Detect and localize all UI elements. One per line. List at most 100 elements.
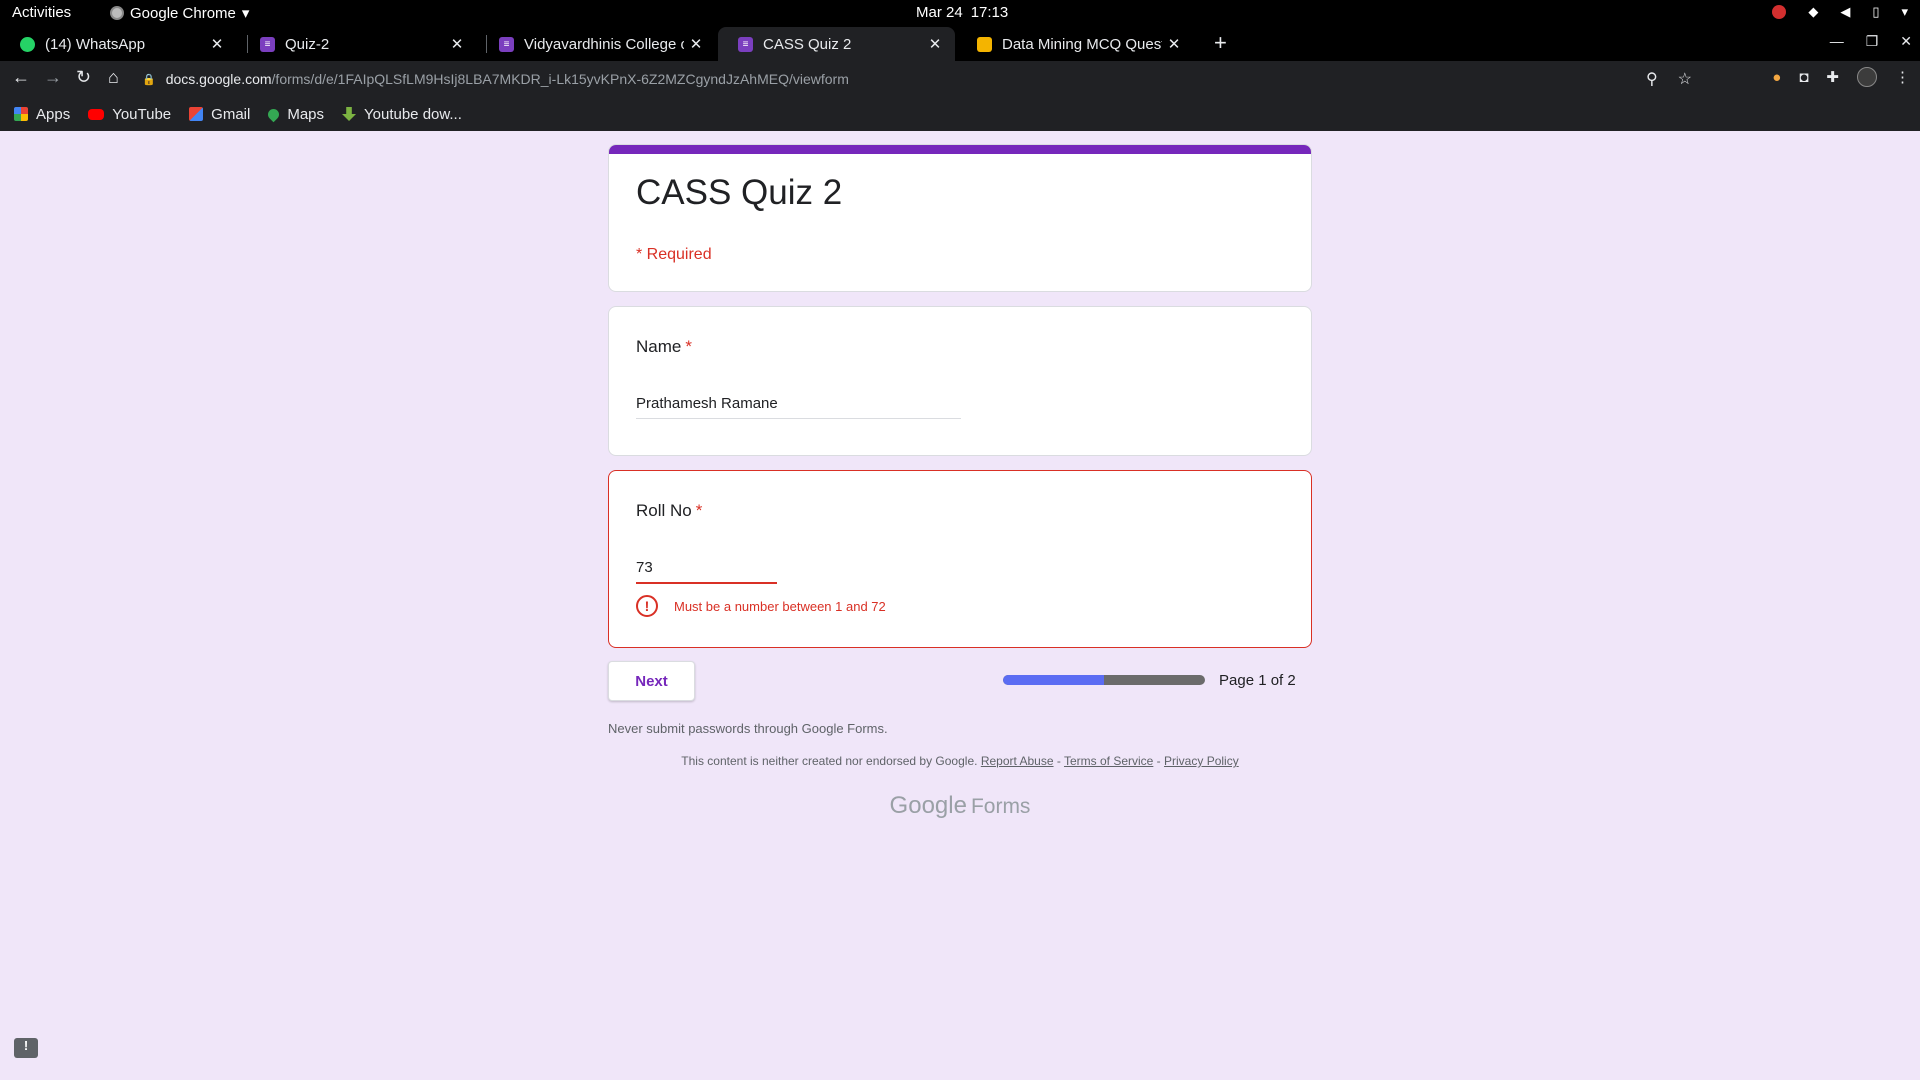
activities-button[interactable]: Activities [12, 4, 71, 21]
kebab-menu-icon[interactable]: ⋮ [1895, 68, 1910, 86]
bookmark-label: YouTube [112, 105, 172, 123]
tab-cass-quiz-2[interactable]: ≡ CASS Quiz 2 ✕ [718, 27, 955, 61]
close-icon[interactable]: ✕ [1162, 35, 1186, 53]
form-accent-bar [609, 145, 1311, 154]
wifi-icon: ◆ [1808, 4, 1819, 19]
profile-avatar[interactable] [1857, 67, 1877, 87]
form-header-card: CASS Quiz 2 * Required [608, 144, 1312, 292]
app-name: Google Chrome [130, 4, 236, 22]
clock-date: Mar 24 [916, 4, 963, 21]
chevron-down-icon: ▾ [1901, 4, 1908, 19]
clock-time: 17:13 [970, 4, 1009, 21]
tab-title: Vidyavardhinis College of [524, 35, 684, 53]
tab-title: Data Mining MCQ Questio [1002, 35, 1162, 53]
download-icon [342, 107, 357, 121]
question-card-roll-no: Roll No* ! Must be a number between 1 an… [608, 470, 1312, 648]
google-forms-icon: ≡ [260, 36, 275, 52]
url-path: /forms/d/e/1FAIpQLSfLM9HsIj8LBA7MKDR_i-L… [271, 71, 849, 87]
page-indicator: Page 1 of 2 [1219, 672, 1296, 689]
tab-title: CASS Quiz 2 [763, 35, 852, 53]
required-asterisk: * [695, 501, 703, 520]
reload-icon[interactable]: ↻ [76, 67, 91, 88]
close-icon[interactable]: ✕ [205, 35, 229, 53]
bookmark-youtube[interactable]: YouTube [88, 106, 171, 123]
form-title: CASS Quiz 2 [636, 173, 843, 212]
tab-vidyavardhinis[interactable]: ≡ Vidyavardhinis College of ✕ [479, 27, 716, 61]
bookmark-label: Youtube dow... [364, 105, 462, 123]
restore-icon[interactable]: ❐ [1866, 33, 1879, 50]
tab-title: Quiz-2 [285, 35, 330, 53]
question-title: Name [636, 337, 682, 356]
close-icon[interactable]: ✕ [445, 35, 469, 53]
question-title: Roll No [636, 501, 692, 520]
feedback-icon[interactable]: ! [14, 1038, 38, 1058]
bookmarks-bar: Apps YouTube Gmail Maps Youtube dow... [0, 97, 1920, 131]
maps-icon [266, 106, 282, 122]
google-forms-icon: ≡ [738, 36, 753, 52]
volume-icon: ◀ [1840, 4, 1851, 19]
terms-link[interactable]: Terms of Service [1064, 754, 1153, 768]
new-tab-button[interactable]: + [1214, 30, 1227, 56]
apps-grid-icon [14, 107, 28, 121]
bookmark-apps[interactable]: Apps [14, 106, 70, 123]
star-icon[interactable]: ☆ [1678, 69, 1692, 89]
youtube-icon [88, 108, 105, 120]
chrome-icon [110, 6, 124, 20]
logo-forms: Forms [970, 795, 1031, 818]
tab-quiz-2[interactable]: ≡ Quiz-2 ✕ [240, 27, 477, 61]
whatsapp-icon [20, 36, 35, 52]
google-forms-logo[interactable]: Google Forms [608, 792, 1312, 820]
bookmark-gmail[interactable]: Gmail [189, 106, 250, 123]
chevron-down-icon: ▾ [241, 5, 250, 22]
tab-whatsapp[interactable]: (14) WhatsApp ✕ [0, 27, 237, 61]
extension-icon[interactable]: ● [1772, 69, 1781, 86]
omnibox-actions: ⚲ ☆ [1646, 69, 1692, 89]
required-asterisk: * [685, 337, 692, 356]
report-abuse-link[interactable]: Report Abuse [981, 754, 1054, 768]
battery-icon: ▯ [1872, 4, 1880, 19]
system-top-bar: Activities Google Chrome ▾ Mar 24 17:13 ◆… [0, 0, 1920, 27]
privacy-link[interactable]: Privacy Policy [1164, 754, 1239, 768]
zoom-icon[interactable]: ⚲ [1646, 69, 1658, 89]
system-tray[interactable]: ◆ ◀ ▯ ▾ [1772, 4, 1908, 20]
question-label: Name * [636, 337, 692, 357]
close-icon[interactable]: ✕ [923, 35, 947, 53]
tab-strip: (14) WhatsApp ✕ ≡ Quiz-2 ✕ ≡ Vidyavardhi… [0, 27, 1920, 61]
back-arrow-icon[interactable]: ← [12, 67, 30, 88]
recording-icon [1772, 5, 1787, 19]
question-card-name: Name * [608, 306, 1312, 456]
question-label: Roll No * [636, 501, 702, 521]
error-message: Must be a number between 1 and 72 [674, 598, 886, 614]
url-domain: docs.google.com [165, 71, 272, 87]
close-icon[interactable]: ✕ [684, 35, 708, 53]
required-note: * Required [636, 246, 712, 263]
logo-google: Google [889, 792, 967, 819]
browser-toolbar: ← → ↻ ⌂ 🔒 docs.google.com/forms/d/e/1FAI… [0, 61, 1920, 97]
bookmark-maps[interactable]: Maps [266, 105, 325, 123]
address-bar[interactable]: 🔒 docs.google.com/forms/d/e/1FAIpQLSfLM9… [142, 65, 1700, 93]
clock[interactable]: Mar 24 17:13 [916, 4, 1008, 21]
name-input[interactable] [636, 395, 961, 419]
footer-text: This content is neither created nor endo… [681, 754, 978, 768]
roll-no-input[interactable] [636, 559, 777, 584]
camera-icon[interactable]: ◘ [1799, 69, 1808, 86]
next-button[interactable]: Next [608, 661, 695, 701]
google-forms-icon: ≡ [499, 36, 514, 52]
password-warning: Never submit passwords through Google Fo… [608, 721, 888, 736]
app-menu[interactable]: Google Chrome ▾ [110, 4, 249, 22]
gmail-icon [189, 107, 204, 121]
minimize-icon[interactable]: — [1830, 33, 1844, 50]
bookmark-label: Maps [287, 105, 325, 123]
bookmark-youtube-downloader[interactable]: Youtube dow... [342, 106, 462, 123]
home-icon[interactable]: ⌂ [108, 67, 119, 88]
tab-data-mining[interactable]: Data Mining MCQ Questio ✕ [957, 27, 1194, 61]
lock-icon[interactable]: 🔒 [142, 73, 156, 86]
puzzle-icon[interactable]: ✚ [1826, 68, 1839, 86]
progress-bar [1003, 675, 1205, 685]
forward-arrow-icon[interactable]: → [44, 67, 62, 88]
site-icon [977, 36, 992, 52]
bookmark-label: Apps [36, 105, 71, 123]
close-icon[interactable]: ✕ [1900, 33, 1912, 50]
extensions-area: ● ◘ ✚ ⋮ [1772, 67, 1910, 87]
error-icon: ! [636, 595, 658, 617]
